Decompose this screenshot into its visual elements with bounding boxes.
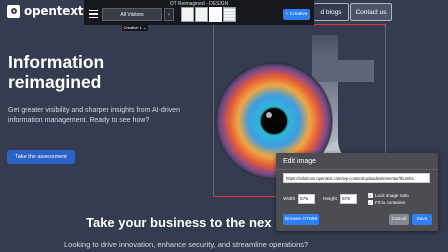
checkbox-checked-icon[interactable]: ✓: [368, 200, 373, 205]
hamburger-icon[interactable]: [89, 10, 98, 18]
nav-blogs-button[interactable]: d blogs: [314, 3, 349, 21]
lock-ratio-checkbox[interactable]: ✓ Lock image ratio: [368, 193, 409, 198]
creative-label[interactable]: Creative 1 ⌄: [122, 24, 148, 31]
height-label: Height: [323, 197, 337, 202]
section-subtitle: Looking to drive innovation, enhance sec…: [64, 240, 309, 249]
lock-ratio-label: Lock image ratio: [375, 193, 409, 198]
width-label: Width: [283, 197, 296, 202]
edit-image-dialog: Edit image https://solutions.opentext.co…: [276, 153, 438, 231]
hero-title: Information reimagined: [8, 52, 105, 92]
image-url-input[interactable]: https://solutions.opentext.com/wp-conten…: [283, 173, 430, 183]
height-input[interactable]: 575: [340, 194, 357, 204]
editor-toolbar: OT Reimagined - DESIGN All Visitors ‹ + …: [84, 0, 314, 25]
logo-text: opentext: [24, 4, 84, 18]
site-logo[interactable]: opentext: [7, 4, 83, 18]
fit-container-checkbox[interactable]: ✓ Fit to container: [368, 200, 405, 205]
dialog-title: Edit image: [283, 158, 317, 165]
take-assessment-button[interactable]: Take the assessment: [7, 150, 75, 164]
save-button[interactable]: Save: [412, 214, 432, 225]
browse-otmm-button[interactable]: Browse OTMM: [283, 214, 319, 225]
dialog-divider: [276, 169, 438, 170]
creative-thumbnail-active[interactable]: [209, 7, 222, 22]
section-title: Take your business to the nex: [86, 215, 272, 230]
opentext-logo-icon: [7, 4, 20, 18]
checkbox-checked-icon[interactable]: ✓: [368, 193, 373, 198]
creative-thumbnail[interactable]: [181, 7, 194, 22]
contact-us-button[interactable]: Contact us: [350, 3, 392, 21]
fit-container-label: Fit to container: [375, 200, 406, 205]
chevron-left-icon[interactable]: ‹: [164, 8, 174, 21]
creative-thumbnail[interactable]: [223, 7, 236, 22]
width-input[interactable]: 575: [298, 194, 315, 204]
audience-select[interactable]: All Visitors: [102, 8, 162, 21]
hero-description: Get greater visibility and sharper insig…: [8, 107, 180, 124]
add-creative-button[interactable]: + Creative: [283, 9, 310, 20]
cancel-button[interactable]: Cancel: [389, 214, 409, 225]
creative-thumbnail[interactable]: [195, 7, 208, 22]
